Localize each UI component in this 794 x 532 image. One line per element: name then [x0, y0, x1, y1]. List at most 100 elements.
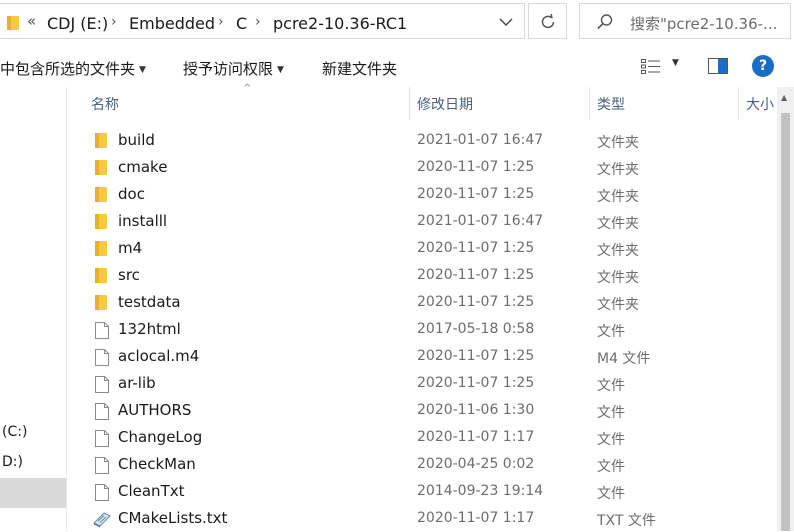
breadcrumb-c[interactable]: C [236, 14, 247, 33]
new-folder-button[interactable]: 新建文件夹 [322, 58, 397, 79]
include-in-library-label: 中包含所选的文件夹 [0, 60, 136, 78]
file-name: AUTHORS [118, 401, 192, 419]
file-modified-date: 2021-01-07 16:47 [417, 132, 544, 148]
file-row[interactable]: m4 2020-11-07 1:25 文件夹 [67, 235, 777, 262]
include-in-library-button[interactable]: 中包含所选的文件夹 ▼ [0, 58, 146, 79]
help-button[interactable]: ? [752, 55, 774, 77]
file-row[interactable]: build 2021-01-07 16:47 文件夹 [67, 127, 777, 154]
folder-icon [95, 187, 107, 206]
file-name: CleanTxt [118, 482, 185, 500]
file-modified-date: 2020-11-07 1:25 [417, 159, 535, 175]
folder-icon [95, 241, 107, 260]
address-row: « CDJ (E:) › Embedded › C › pcre2-10.36-… [0, 0, 794, 47]
file-row[interactable]: installl 2021-01-07 16:47 文件夹 [67, 208, 777, 235]
file-row[interactable]: 132html 2017-05-18 0:58 文件 [67, 316, 777, 343]
file-type: 文件 [597, 405, 625, 421]
file-name: 132html [118, 320, 181, 338]
column-header-modified[interactable]: 修改日期 [417, 94, 473, 114]
file-icon [95, 457, 109, 478]
details-view-icon[interactable] [641, 59, 661, 75]
breadcrumb-overflow[interactable]: « [27, 12, 36, 30]
scrollbar-thumb[interactable] [781, 113, 790, 531]
column-headers: ^ 名称 修改日期 类型 大小 [67, 83, 794, 120]
file-name: installl [118, 212, 168, 230]
refresh-icon [541, 13, 555, 29]
file-row[interactable]: CheckMan 2020-04-25 0:02 文件 [67, 451, 777, 478]
file-icon [95, 349, 109, 370]
file-type: TXT 文件 [597, 513, 656, 529]
file-row[interactable]: doc 2020-11-07 1:25 文件夹 [67, 181, 777, 208]
folder-icon [95, 268, 107, 287]
grant-access-button[interactable]: 授予访问权限 ▼ [183, 58, 284, 79]
column-divider[interactable] [409, 87, 410, 120]
file-icon [95, 430, 109, 451]
file-row[interactable]: CleanTxt 2014-09-23 19:14 文件 [67, 478, 777, 505]
file-type: 文件夹 [597, 216, 639, 232]
file-icon [95, 322, 109, 343]
file-modified-date: 2020-11-07 1:25 [417, 267, 535, 283]
column-divider[interactable] [738, 87, 739, 120]
file-name: testdata [118, 293, 181, 311]
file-modified-date: 2020-04-25 0:02 [417, 456, 535, 472]
file-row[interactable]: src 2020-11-07 1:25 文件夹 [67, 262, 777, 289]
preview-pane-icon[interactable] [708, 58, 728, 74]
file-name: ChangeLog [118, 428, 203, 446]
breadcrumb-drive[interactable]: CDJ (E:) [47, 14, 108, 33]
file-name: CheckMan [118, 455, 196, 473]
file-modified-date: 2020-11-07 1:17 [417, 429, 535, 445]
breadcrumb-separator[interactable]: › [218, 14, 224, 30]
file-type: 文件 [597, 459, 625, 475]
navigation-pane: (C:) D:) [0, 87, 66, 531]
file-row[interactable]: testdata 2020-11-07 1:25 文件夹 [67, 289, 777, 316]
breadcrumb-current[interactable]: pcre2-10.36-RC1 [273, 14, 407, 33]
column-divider[interactable] [589, 87, 590, 120]
caret-down-icon: ▼ [139, 65, 146, 75]
file-modified-date: 2014-09-23 19:14 [417, 483, 544, 499]
folder-icon [7, 16, 19, 30]
file-icon [95, 376, 109, 397]
file-icon [95, 484, 109, 505]
file-row[interactable]: ar-lib 2020-11-07 1:25 文件 [67, 370, 777, 397]
scroll-up-arrow-icon[interactable]: ▲ [781, 93, 787, 102]
file-row[interactable]: cmake 2020-11-07 1:25 文件夹 [67, 154, 777, 181]
vertical-scrollbar[interactable]: ▲ [777, 87, 794, 531]
file-name: src [118, 266, 140, 284]
folder-icon [95, 295, 107, 314]
file-type: 文件夹 [597, 297, 639, 313]
file-modified-date: 2020-11-07 1:25 [417, 375, 535, 391]
file-modified-date: 2021-01-07 16:47 [417, 213, 544, 229]
breadcrumb-separator[interactable]: › [255, 14, 261, 30]
file-name: aclocal.m4 [118, 347, 200, 365]
file-row[interactable]: CMakeLists.txt 2020-11-07 1:17 TXT 文件 [67, 505, 777, 532]
file-name: ar-lib [118, 374, 156, 392]
column-header-name[interactable]: 名称 [91, 94, 119, 114]
file-row[interactable]: ChangeLog 2020-11-07 1:17 文件 [67, 424, 777, 451]
file-row[interactable]: AUTHORS 2020-11-06 1:30 文件 [67, 397, 777, 424]
file-modified-date: 2020-11-07 1:17 [417, 510, 535, 526]
refresh-button[interactable] [528, 3, 567, 39]
breadcrumb-embedded[interactable]: Embedded [129, 14, 215, 33]
breadcrumb-separator[interactable]: › [111, 14, 117, 30]
toolbar: 中包含所选的文件夹 ▼ 授予访问权限 ▼ 新建文件夹 ▼ ? [0, 47, 794, 87]
file-type: 文件夹 [597, 162, 639, 178]
file-type: 文件夹 [597, 135, 639, 151]
nav-item-drive-d[interactable]: D:) [2, 454, 23, 470]
file-name: doc [118, 185, 145, 203]
column-header-size[interactable]: 大小 [746, 94, 774, 114]
search-input[interactable]: 搜索"pcre2-10.36-... [579, 3, 791, 39]
folder-icon [95, 160, 107, 179]
column-header-type[interactable]: 类型 [597, 94, 625, 114]
file-type: 文件 [597, 324, 625, 340]
file-name: cmake [118, 158, 168, 176]
file-list: build 2021-01-07 16:47 文件夹 cmake 2020-11-07 … [67, 127, 777, 532]
chevron-down-icon[interactable] [499, 17, 513, 27]
grant-access-label: 授予访问权限 [183, 60, 274, 78]
file-modified-date: 2020-11-07 1:25 [417, 186, 535, 202]
file-type: 文件夹 [597, 243, 639, 259]
file-row[interactable]: aclocal.m4 2020-11-07 1:25 M4 文件 [67, 343, 777, 370]
address-bar[interactable]: « CDJ (E:) › Embedded › C › pcre2-10.36-… [0, 3, 525, 39]
view-options-caret-icon[interactable]: ▼ [672, 58, 679, 68]
nav-item-selected[interactable] [0, 478, 66, 508]
folder-icon [95, 214, 107, 233]
nav-item-drive-c[interactable]: (C:) [2, 424, 27, 440]
